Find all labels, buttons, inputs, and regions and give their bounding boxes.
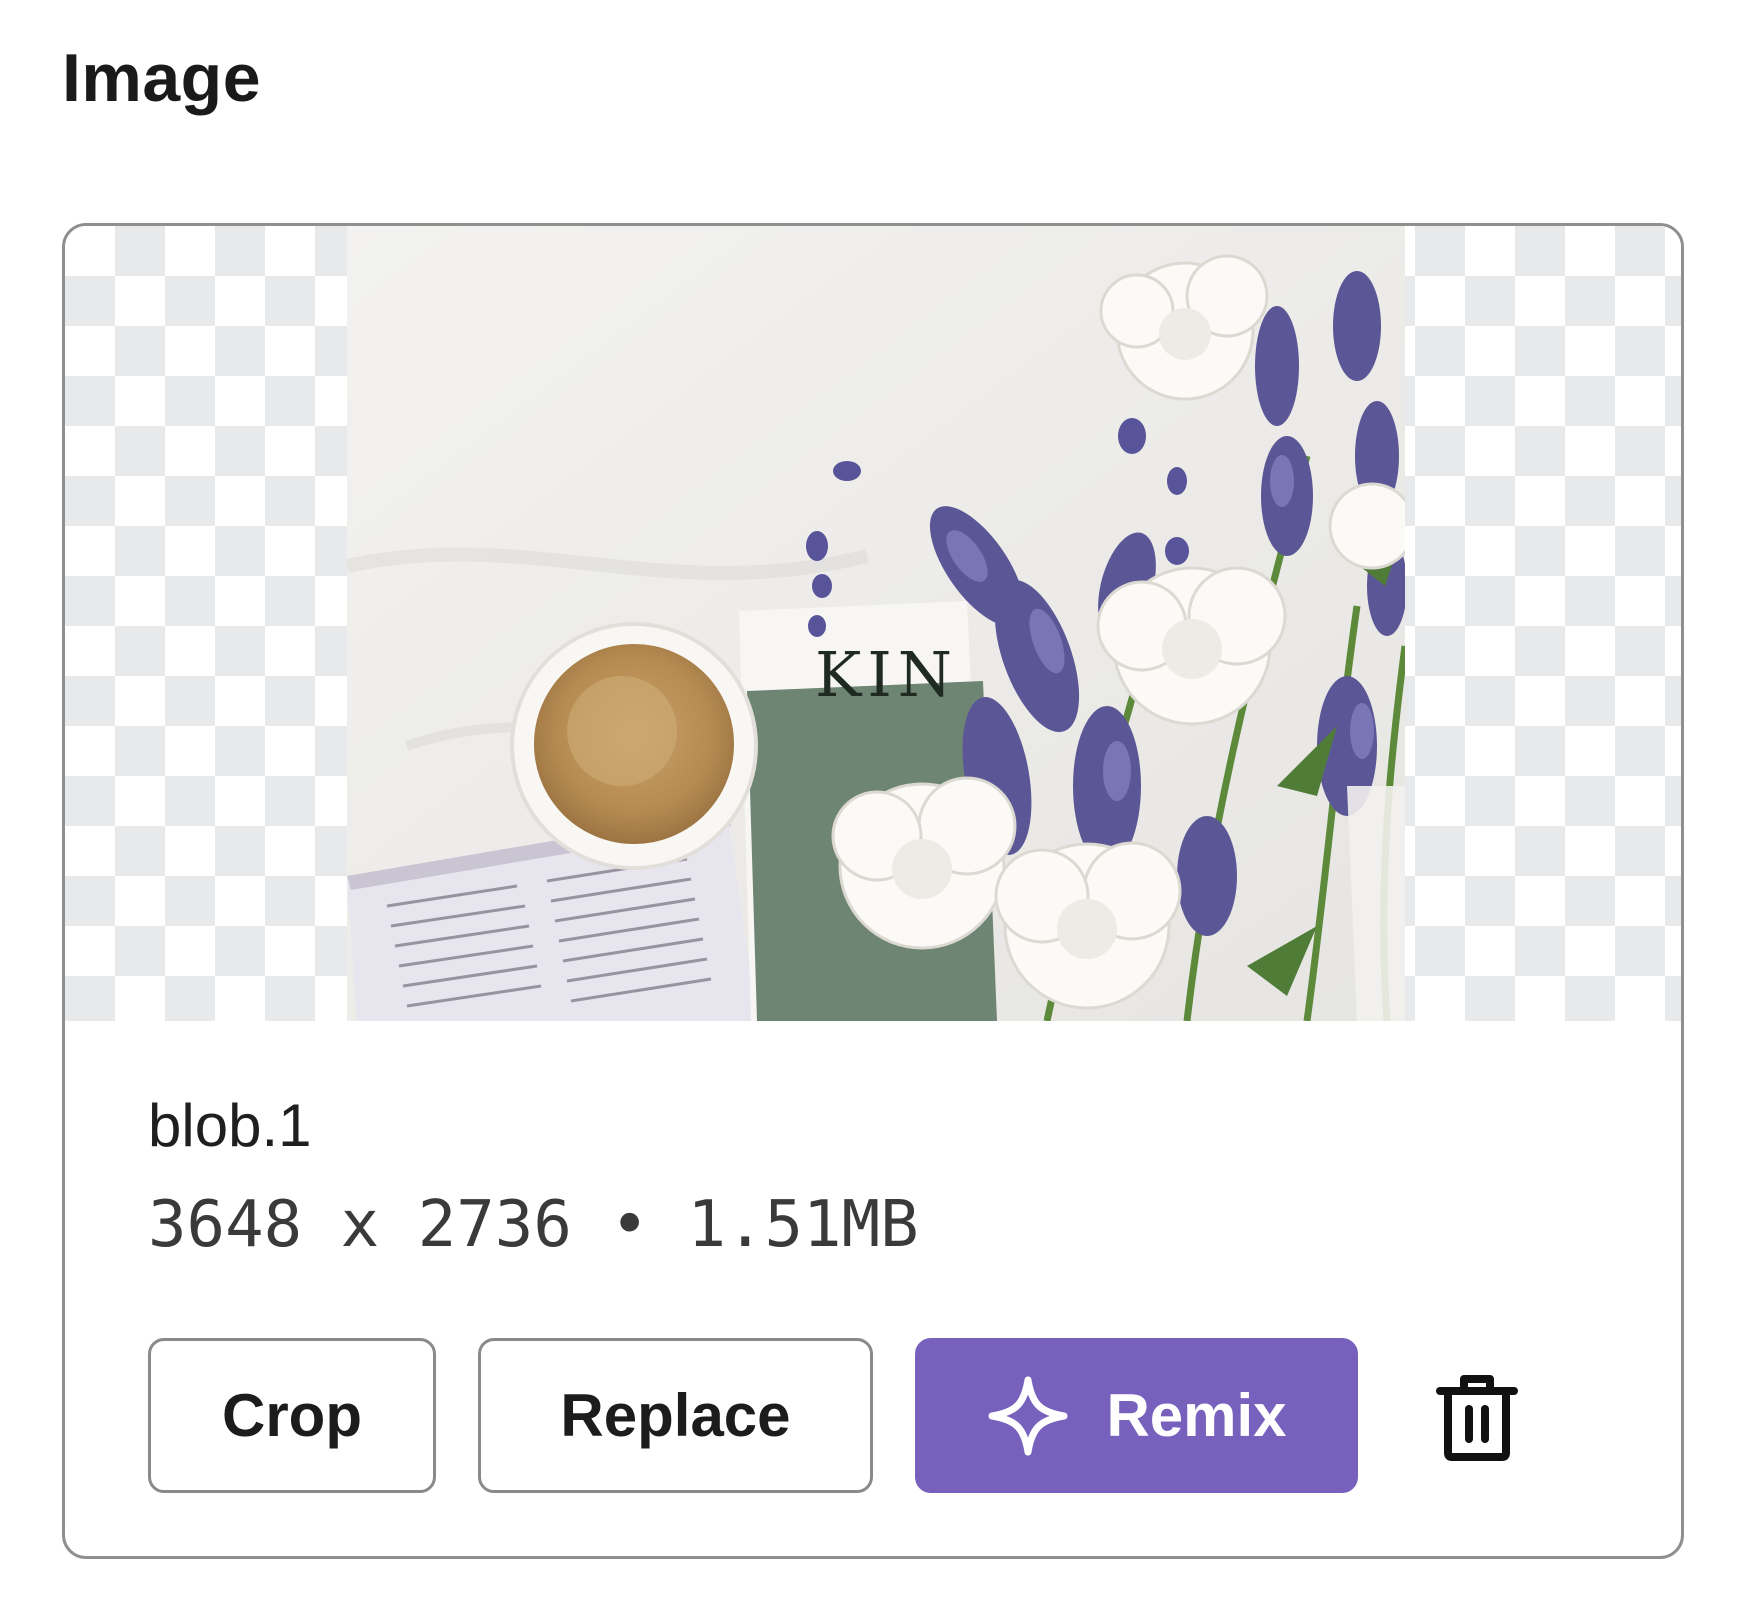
image-actions: Crop Replace Remix xyxy=(148,1338,1521,1493)
trash-icon xyxy=(1436,1374,1518,1461)
remix-button-label: Remix xyxy=(1106,1382,1287,1449)
crop-button-label: Crop xyxy=(222,1382,362,1449)
file-dimensions-size: 3648 x 2736 • 1.51MB xyxy=(148,1188,919,1262)
replace-button[interactable]: Replace xyxy=(478,1338,873,1493)
magazine-cover-text: KIN xyxy=(815,638,958,711)
image-card: KIN blob.1 3648 x 2736 • 1.51MB Crop Rep… xyxy=(62,223,1684,1559)
transparency-preview: KIN xyxy=(65,226,1681,1021)
file-name: blob.1 xyxy=(148,1092,312,1159)
sparkle-icon xyxy=(988,1376,1068,1455)
delete-button[interactable] xyxy=(1433,1368,1521,1464)
replace-button-label: Replace xyxy=(560,1382,791,1449)
crop-button[interactable]: Crop xyxy=(148,1338,436,1493)
remix-button[interactable]: Remix xyxy=(915,1338,1358,1493)
image-preview[interactable]: KIN xyxy=(347,226,1405,1021)
section-title: Image xyxy=(62,40,262,116)
